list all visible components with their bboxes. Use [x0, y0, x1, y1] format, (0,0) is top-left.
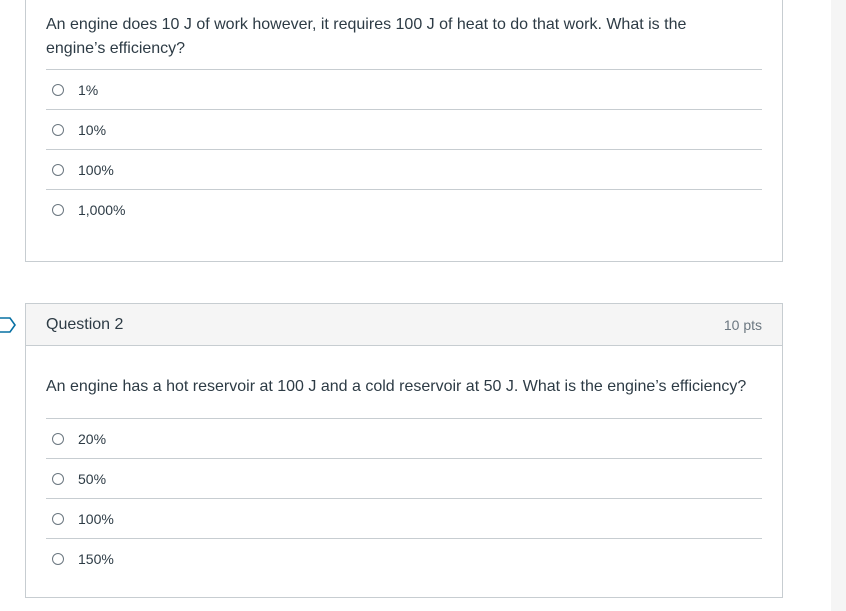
answer-option[interactable]: 1%: [46, 69, 762, 109]
page-scroll-gutter: [831, 0, 846, 611]
answer-option[interactable]: 150%: [46, 538, 762, 578]
answer-label: 1,000%: [78, 201, 126, 218]
answer-label: 50%: [78, 470, 107, 487]
answer-label: 1%: [78, 81, 99, 98]
answer-label: 100%: [78, 510, 114, 527]
question-2: Question 2 10 pts An engine has a hot re…: [25, 303, 783, 598]
radio-button[interactable]: [52, 83, 64, 96]
radio-button[interactable]: [52, 123, 64, 136]
answer-label: 150%: [78, 550, 114, 567]
question-1: An engine does 10 J of work however, it …: [25, 0, 783, 262]
answer-option[interactable]: 100%: [46, 498, 762, 538]
question-1-text: An engine does 10 J of work however, it …: [46, 16, 687, 57]
question-2-text: An engine has a hot reservoir at 100 J a…: [46, 378, 747, 395]
radio-button[interactable]: [52, 472, 64, 485]
radio-button[interactable]: [52, 512, 64, 525]
question-title: Question 2: [46, 315, 124, 333]
question-2-header: Question 2 10 pts: [26, 304, 782, 346]
question-1-answers: 1% 10% 100% 1,000%: [46, 69, 762, 229]
radio-button[interactable]: [52, 203, 64, 216]
radio-button[interactable]: [52, 432, 64, 445]
answer-label: 20%: [78, 430, 107, 447]
answer-option[interactable]: 100%: [46, 149, 762, 189]
answer-option[interactable]: 1,000%: [46, 189, 762, 229]
radio-button[interactable]: [52, 552, 64, 565]
answer-label: 100%: [78, 161, 114, 178]
answer-option[interactable]: 10%: [46, 109, 762, 149]
answer-option[interactable]: 20%: [46, 418, 762, 458]
radio-button[interactable]: [52, 163, 64, 176]
answer-label: 10%: [78, 121, 107, 138]
question-2-answers: 20% 50% 100% 150%: [46, 418, 762, 578]
answer-option[interactable]: 50%: [46, 458, 762, 498]
flag-question-icon[interactable]: [0, 316, 17, 339]
question-points: 10 pts: [723, 316, 762, 333]
